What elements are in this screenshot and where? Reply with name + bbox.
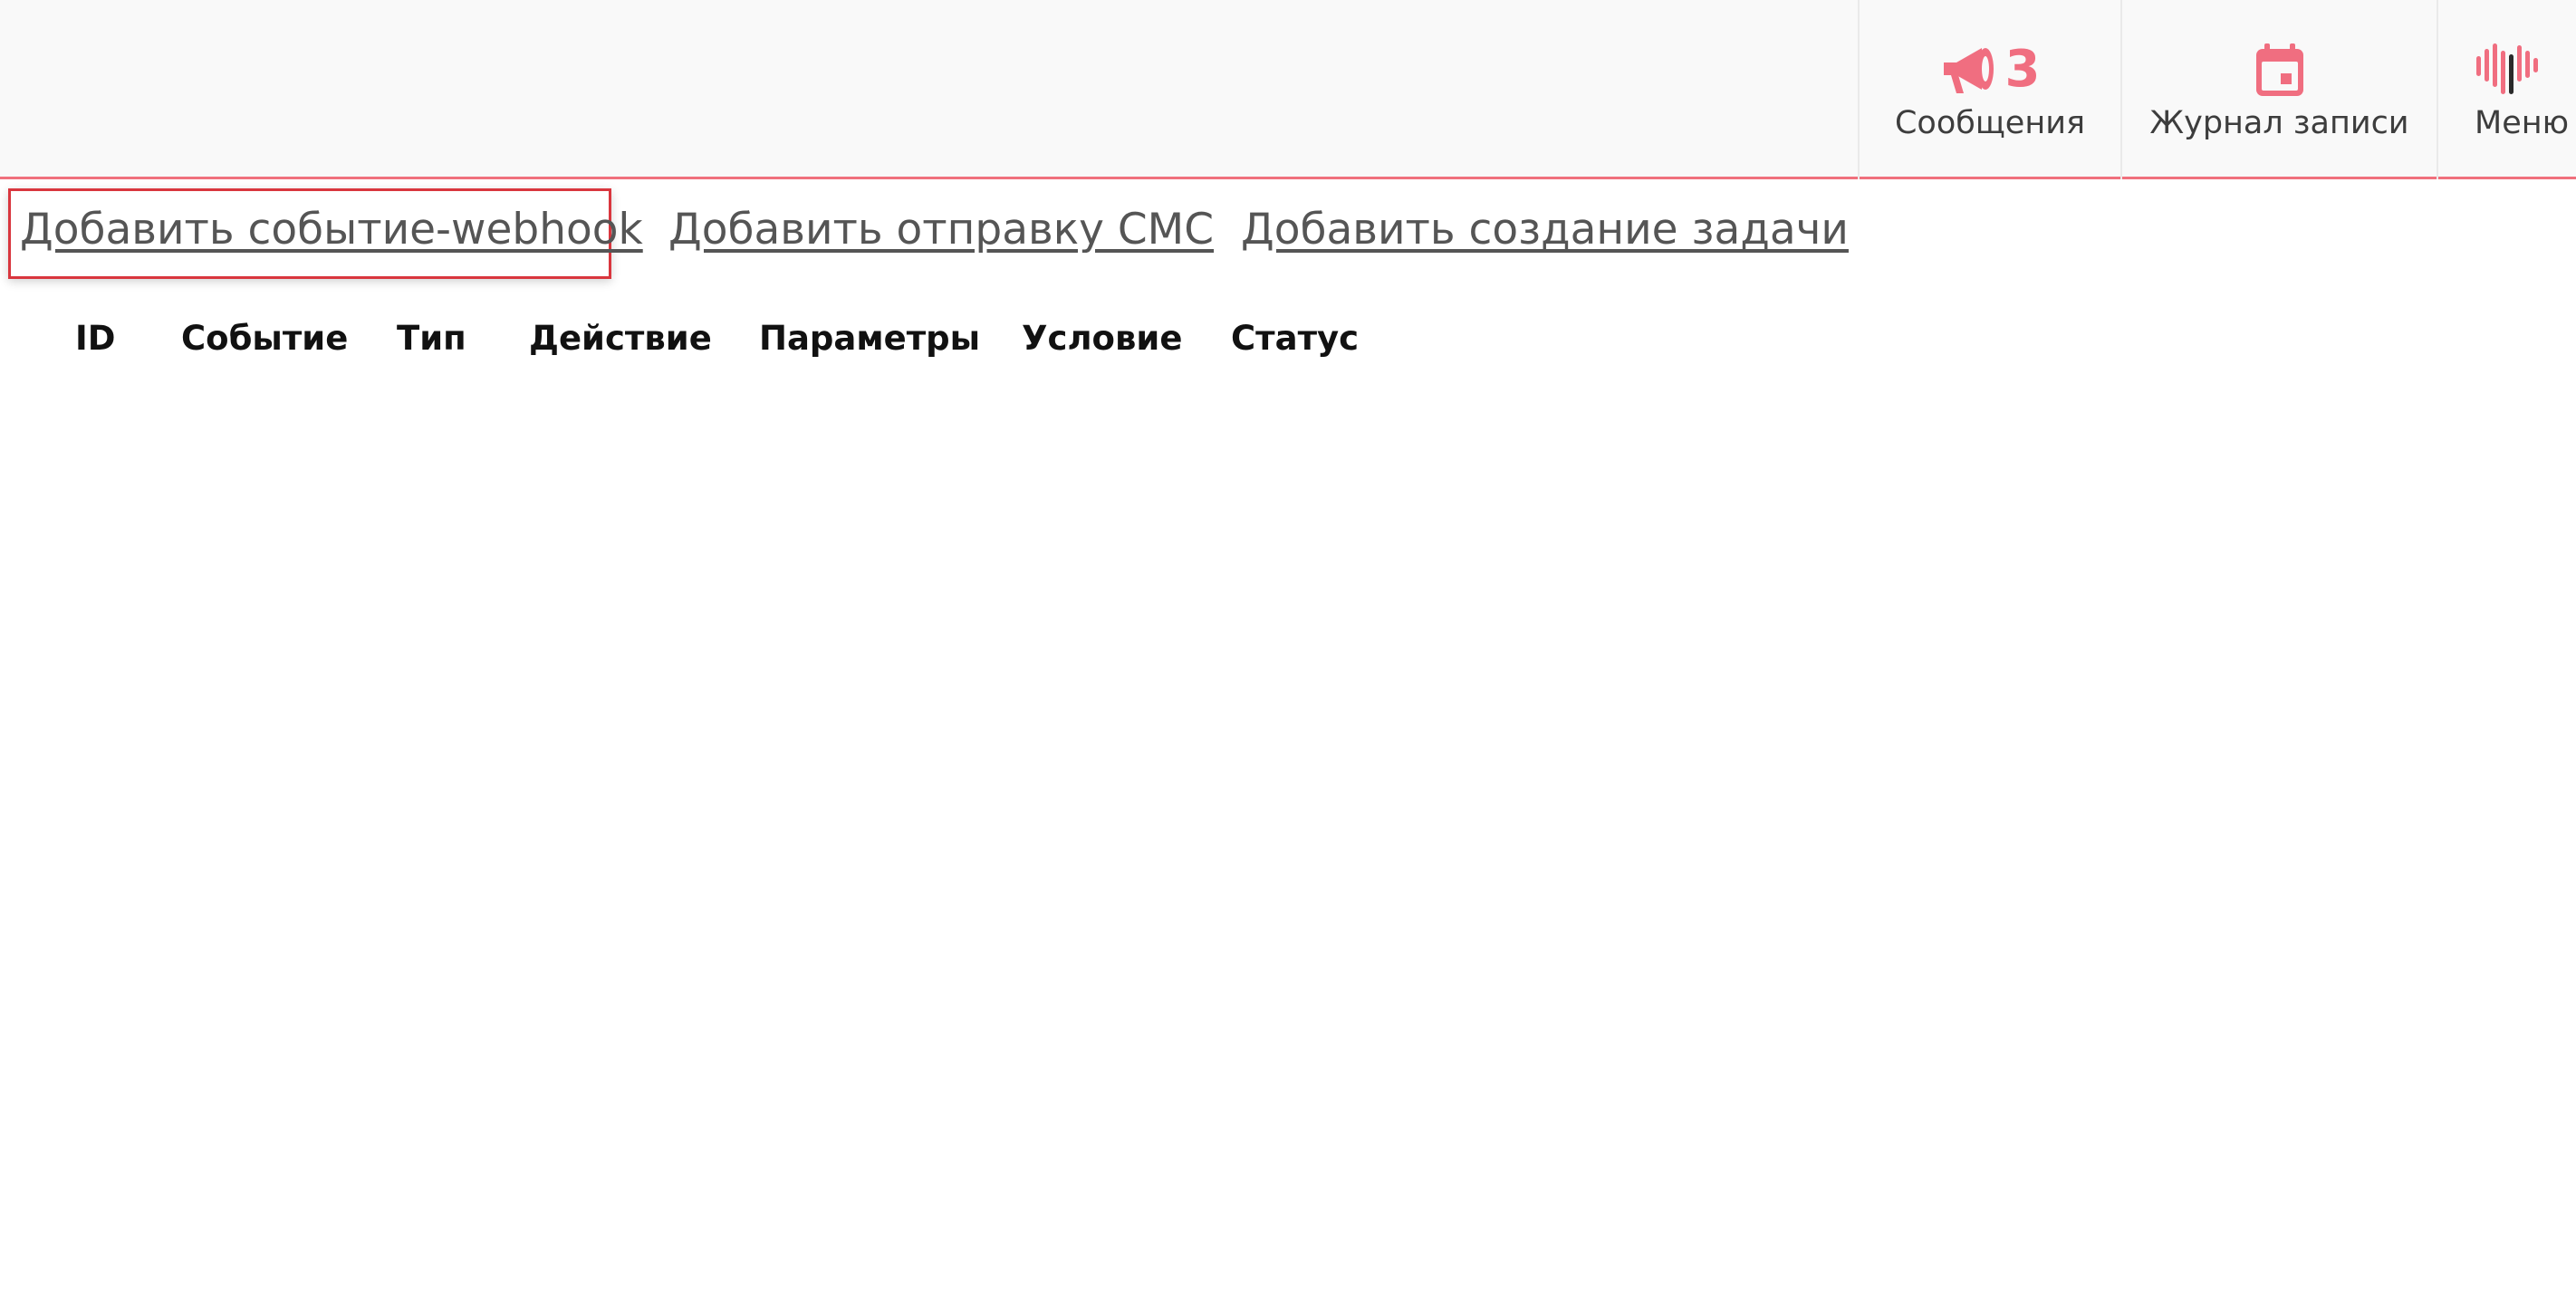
messages-label: Сообщения	[1894, 105, 2086, 141]
add-sms-sending-link[interactable]: Добавить отправку СМС	[668, 205, 1214, 254]
add-webhook-event-link[interactable]: Добавить событие-webhook	[20, 205, 643, 254]
column-header-event[interactable]: Событие	[181, 319, 348, 358]
add-task-creation-link[interactable]: Добавить создание задачи	[1241, 205, 1849, 254]
calendar-icon	[2255, 43, 2303, 96]
journal-label: Журнал записи	[2149, 105, 2409, 141]
journal-icon-row	[2254, 40, 2306, 100]
journal-nav-button[interactable]: Журнал записи	[2120, 0, 2437, 179]
column-header-condition[interactable]: Условие	[1022, 319, 1182, 358]
megaphone-icon	[1943, 48, 1994, 93]
menu-nav-button[interactable]: Меню	[2437, 0, 2576, 179]
column-header-status[interactable]: Статус	[1231, 319, 1359, 358]
messages-count-badge: 3	[2004, 40, 2041, 99]
column-header-type[interactable]: Тип	[397, 319, 466, 358]
top-navigation-bar: 3 Сообщения Журнал записи Меню	[0, 0, 2576, 179]
messages-nav-button[interactable]: 3 Сообщения	[1858, 0, 2120, 179]
column-header-action[interactable]: Действие	[529, 319, 712, 358]
messages-icon-row: 3	[1940, 40, 2041, 100]
menu-icon-row	[2475, 40, 2538, 100]
column-header-params[interactable]: Параметры	[759, 319, 980, 358]
column-header-id[interactable]: ID	[75, 319, 115, 358]
events-table-header: ID Событие Тип Действие Параметры Услови…	[0, 319, 2576, 364]
menu-logo-icon	[2476, 43, 2538, 94]
menu-label: Меню	[2475, 105, 2570, 141]
